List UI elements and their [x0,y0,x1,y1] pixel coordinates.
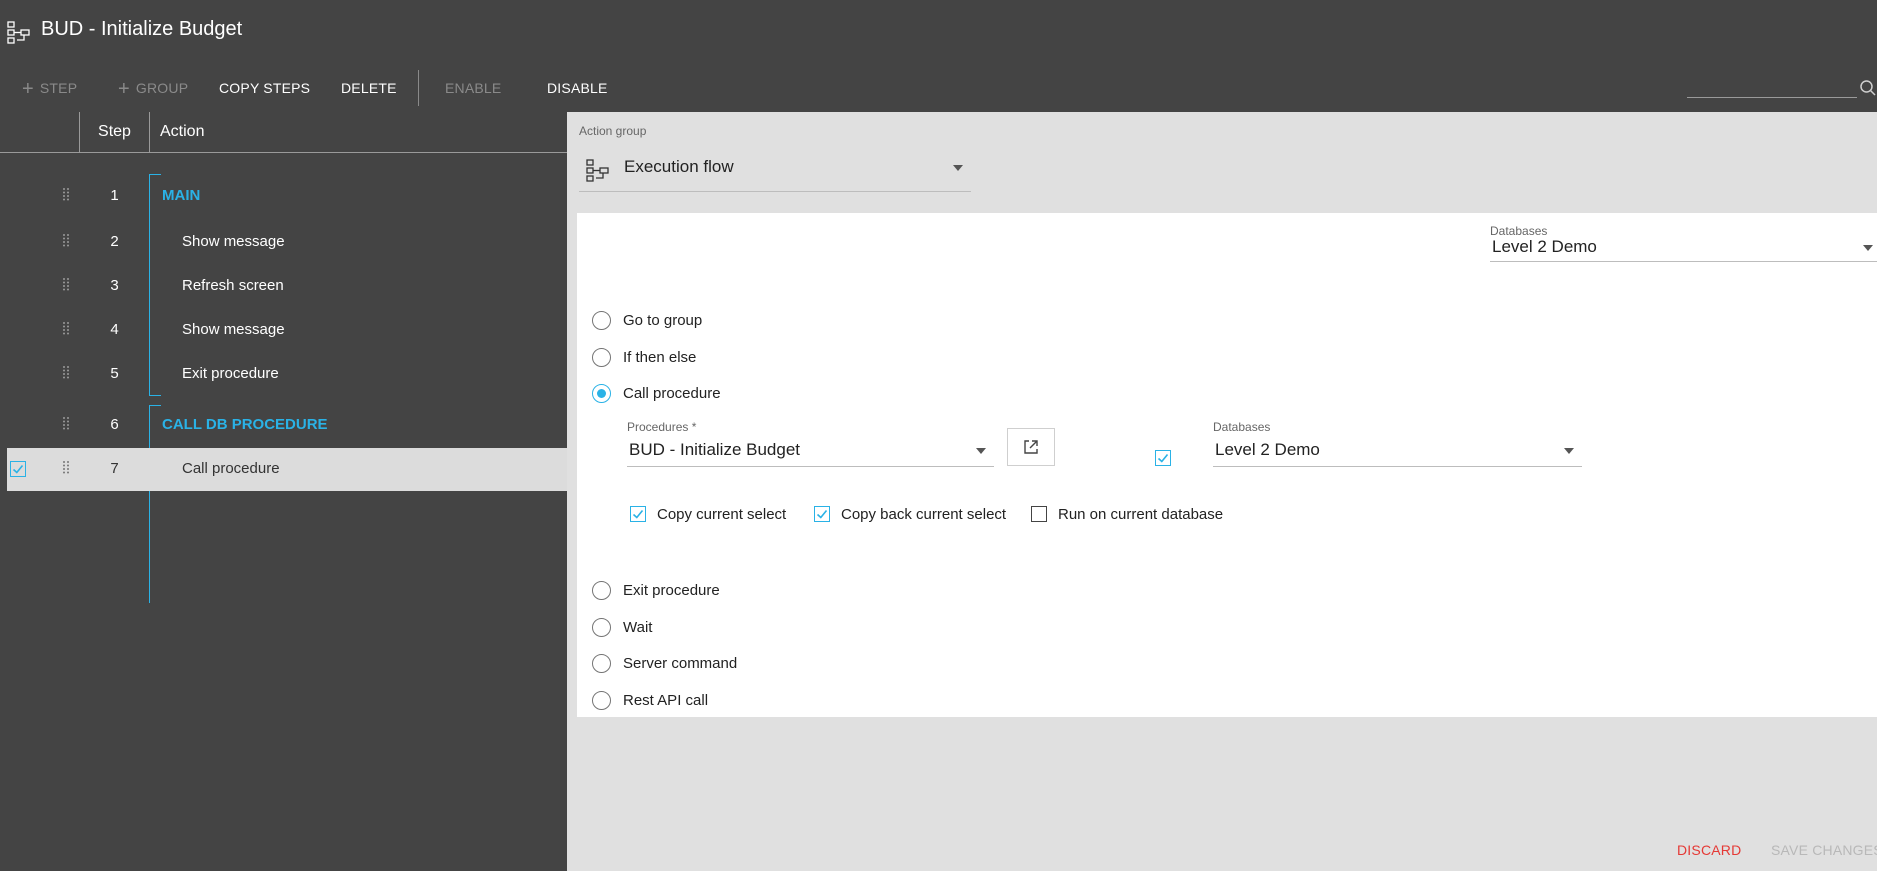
drag-handle-icon[interactable] [62,321,70,335]
chevron-down-icon [976,448,986,454]
chevron-down-icon [953,165,963,171]
action-group-select[interactable]: Execution flow [579,148,971,192]
flow-icon [586,159,609,182]
action-label: Show message [182,233,285,250]
add-group-label: GROUP [135,80,189,96]
flow-icon [7,21,30,44]
run-on-current-database-checkbox[interactable] [1031,506,1047,522]
run-on-current-database-label: Run on current database [1058,506,1224,523]
action-label: Refresh screen [182,277,284,294]
table-row-selected[interactable]: 7 Call procedure [7,448,567,491]
copy-back-current-select-checkbox[interactable] [814,506,830,522]
toolbar: + STEP + GROUP COPY STEPS DELETE ENABLE DI… [0,68,1877,108]
databases-value: Level 2 Demo [1492,237,1597,256]
step-number: 6 [110,416,119,433]
option-label: Call procedure [623,385,721,402]
radio-server-command[interactable] [592,654,611,673]
option-label: Wait [623,619,653,636]
radio-exit-procedure[interactable] [592,581,611,600]
column-header-step[interactable]: Step [80,123,149,141]
databases-select[interactable]: Level 2 Demo [1490,237,1877,262]
drag-handle-icon[interactable] [62,416,70,430]
databases-label: Databases [1490,224,1548,238]
checkmark-icon [1157,453,1169,463]
copy-current-select-label: Copy current select [657,506,787,523]
drag-handle-icon[interactable] [62,365,70,379]
copy-steps-button[interactable]: COPY STEPS [219,68,310,108]
radio-call-procedure[interactable] [592,384,611,403]
group-label: CALL DB PROCEDURE [162,416,328,433]
table-row[interactable]: 6 CALL DB PROCEDURE [7,404,567,447]
search-icon[interactable] [1859,79,1877,97]
drag-handle-icon[interactable] [62,187,70,201]
option-label: If then else [623,349,697,366]
step-number: 7 [110,460,119,477]
option-label: Server command [623,655,738,672]
call-databases-select[interactable]: Level 2 Demo [1213,435,1582,467]
drag-handle-icon[interactable] [62,277,70,291]
copy-back-current-select-label: Copy back current select [841,506,1007,523]
call-databases-label: Databases [1213,420,1271,434]
add-step-button[interactable]: + STEP [22,68,77,108]
table-row[interactable]: 3 Refresh screen [7,265,567,308]
grid-header: Step Action [0,112,567,153]
table-row[interactable]: 4 Show message [7,309,567,352]
plus-icon: + [22,78,34,100]
add-group-button[interactable]: + GROUP [118,68,188,108]
steps-grid: Step Action 1 MAIN 2 Show message 3 Refr… [0,112,567,871]
radio-go-to-group[interactable] [592,311,611,330]
radio-wait[interactable] [592,618,611,637]
procedures-value: BUD - Initialize Budget [629,440,801,459]
databases-checkbox[interactable] [1155,450,1171,466]
external-link-icon [1024,440,1038,454]
drag-handle-icon[interactable] [62,460,70,474]
plus-icon: + [118,78,130,100]
checkmark-icon [816,509,828,519]
action-label: Show message [182,321,285,338]
checkmark-icon [632,509,644,519]
add-step-label: STEP [39,80,78,96]
enable-button[interactable]: ENABLE [445,68,501,108]
table-row[interactable]: 2 Show message [7,221,567,264]
toolbar-divider [418,70,419,106]
step-number: 1 [110,187,119,204]
column-divider [149,112,150,153]
row-checkbox[interactable] [10,461,26,477]
table-row[interactable]: 5 Exit procedure [7,353,567,396]
checkmark-icon [12,464,24,474]
radio-rest-api-call[interactable] [592,691,611,710]
action-group-label: Action group [579,124,647,138]
action-options-card: Databases Level 2 Demo Go to group If th… [577,213,1877,717]
delete-button[interactable]: DELETE [341,68,397,108]
radio-if-then-else[interactable] [592,348,611,367]
action-group-value: Execution flow [624,157,734,176]
search-input[interactable] [1687,78,1857,98]
option-label: Exit procedure [623,582,720,599]
step-detail-panel: Action group Execution flow Databases Le… [567,112,1877,871]
step-number: 4 [110,321,119,338]
step-number: 5 [110,365,119,382]
page-title: BUD - Initialize Budget [41,18,243,40]
disable-button[interactable]: DISABLE [547,68,608,108]
save-changes-button[interactable]: SAVE CHANGES [1771,842,1877,858]
option-label: Go to group [623,312,703,329]
procedures-select[interactable]: BUD - Initialize Budget [627,435,994,467]
step-number: 2 [110,233,119,250]
action-label: Exit procedure [182,365,279,382]
option-label: Rest API call [623,692,709,709]
action-label: Call procedure [182,460,280,477]
chevron-down-icon [1564,448,1574,454]
table-row[interactable]: 1 MAIN [7,175,567,218]
column-header-action[interactable]: Action [160,123,204,141]
call-databases-value: Level 2 Demo [1215,440,1320,459]
chevron-down-icon [1863,245,1873,251]
procedures-label: Procedures * [627,420,697,434]
drag-handle-icon[interactable] [62,233,70,247]
step-number: 3 [110,277,119,294]
copy-current-select-checkbox[interactable] [630,506,646,522]
page-header: BUD - Initialize Budget [0,0,1877,60]
open-procedure-button[interactable] [1007,428,1055,466]
discard-button[interactable]: DISCARD [1677,842,1741,858]
group-label: MAIN [162,187,201,204]
